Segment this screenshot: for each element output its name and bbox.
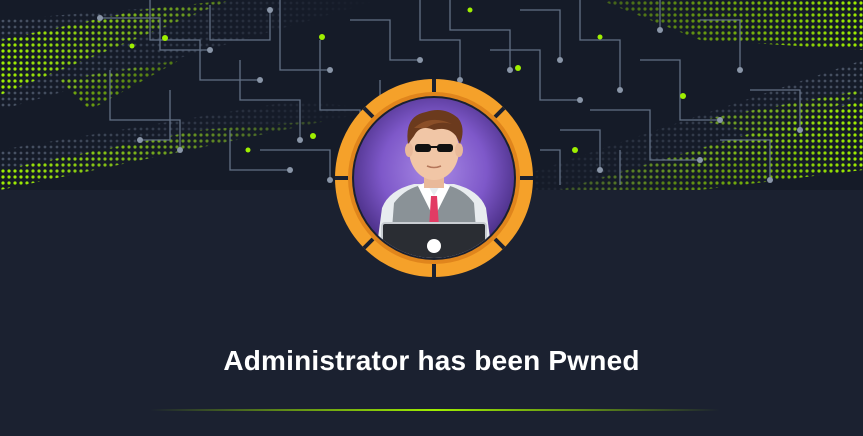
- hacker-avatar-icon: [334, 78, 534, 278]
- accent-divider: [150, 409, 720, 411]
- pwned-screen: Administrator has been Pwned: [0, 0, 863, 436]
- pwned-title: Administrator has been Pwned: [223, 345, 640, 376]
